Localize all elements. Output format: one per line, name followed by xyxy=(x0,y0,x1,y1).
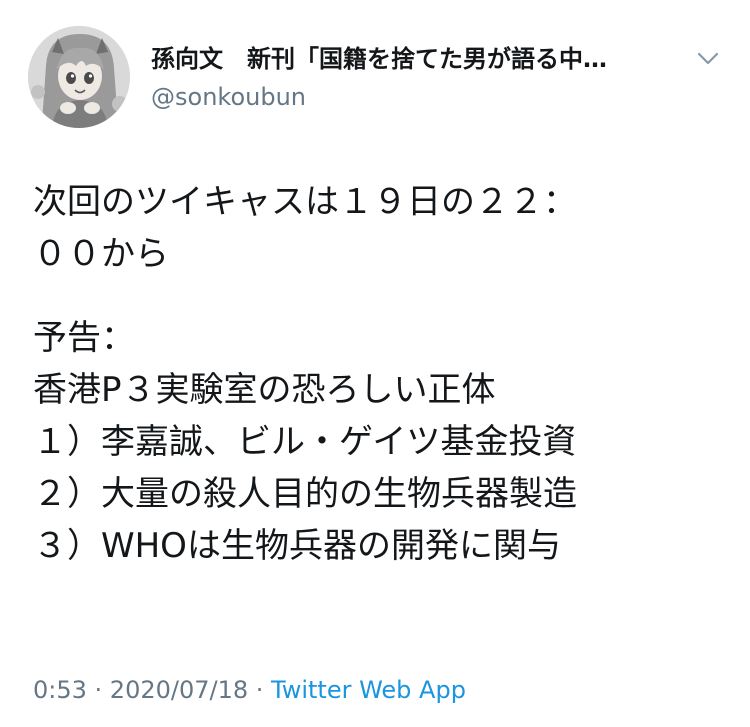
tweet-menu-button[interactable] xyxy=(694,46,722,70)
tweet-source-link[interactable]: Twitter Web App xyxy=(271,676,466,704)
chevron-down-icon xyxy=(697,52,719,65)
tweet-text: 次回のツイキャスは１９日の２２： ００から 予告： 香港P３実験室の恐ろしい正体… xyxy=(33,176,723,572)
tweet-time[interactable]: 0:53 xyxy=(33,676,87,704)
tweet-line: 次回のツイキャスは１９日の２２： xyxy=(33,182,577,222)
tweet-header: 孫向文 新刊「国籍を捨てた男が語る中… @sonkoubun xyxy=(0,0,750,150)
tweet-paragraph: 次回のツイキャスは１９日の２２： ００から xyxy=(33,176,723,280)
tweet-line: ００から xyxy=(33,234,169,274)
tweet-date[interactable]: 2020/07/18 xyxy=(110,676,248,704)
tweet-line: ２）大量の殺人目的の生物兵器製造 xyxy=(33,474,577,514)
tweet-paragraph: 予告： 香港P３実験室の恐ろしい正体 １）李嘉誠、ビル・ゲイツ基金投資 ２）大量… xyxy=(33,312,723,572)
anime-girl-avatar-icon xyxy=(28,26,130,128)
tweet-card: 孫向文 新刊「国籍を捨てた男が語る中… @sonkoubun 次回のツイキャスは… xyxy=(0,0,750,727)
tweet-line: １）李嘉誠、ビル・ゲイツ基金投資 xyxy=(33,422,577,462)
tweet-line: 予告： xyxy=(33,318,135,358)
tweet-line: 香港P３実験室の恐ろしい正体 xyxy=(33,370,496,410)
tweet-line: ３）WHOは生物兵器の開発に関与 xyxy=(33,526,561,566)
meta-separator: · xyxy=(86,676,110,704)
meta-separator: · xyxy=(248,676,272,704)
display-name[interactable]: 孫向文 新刊「国籍を捨てた男が語る中… xyxy=(151,44,691,74)
user-handle[interactable]: @sonkoubun xyxy=(151,82,306,112)
tweet-metadata: 0:53 · 2020/07/18 · Twitter Web App xyxy=(33,674,466,706)
avatar[interactable] xyxy=(28,26,130,128)
